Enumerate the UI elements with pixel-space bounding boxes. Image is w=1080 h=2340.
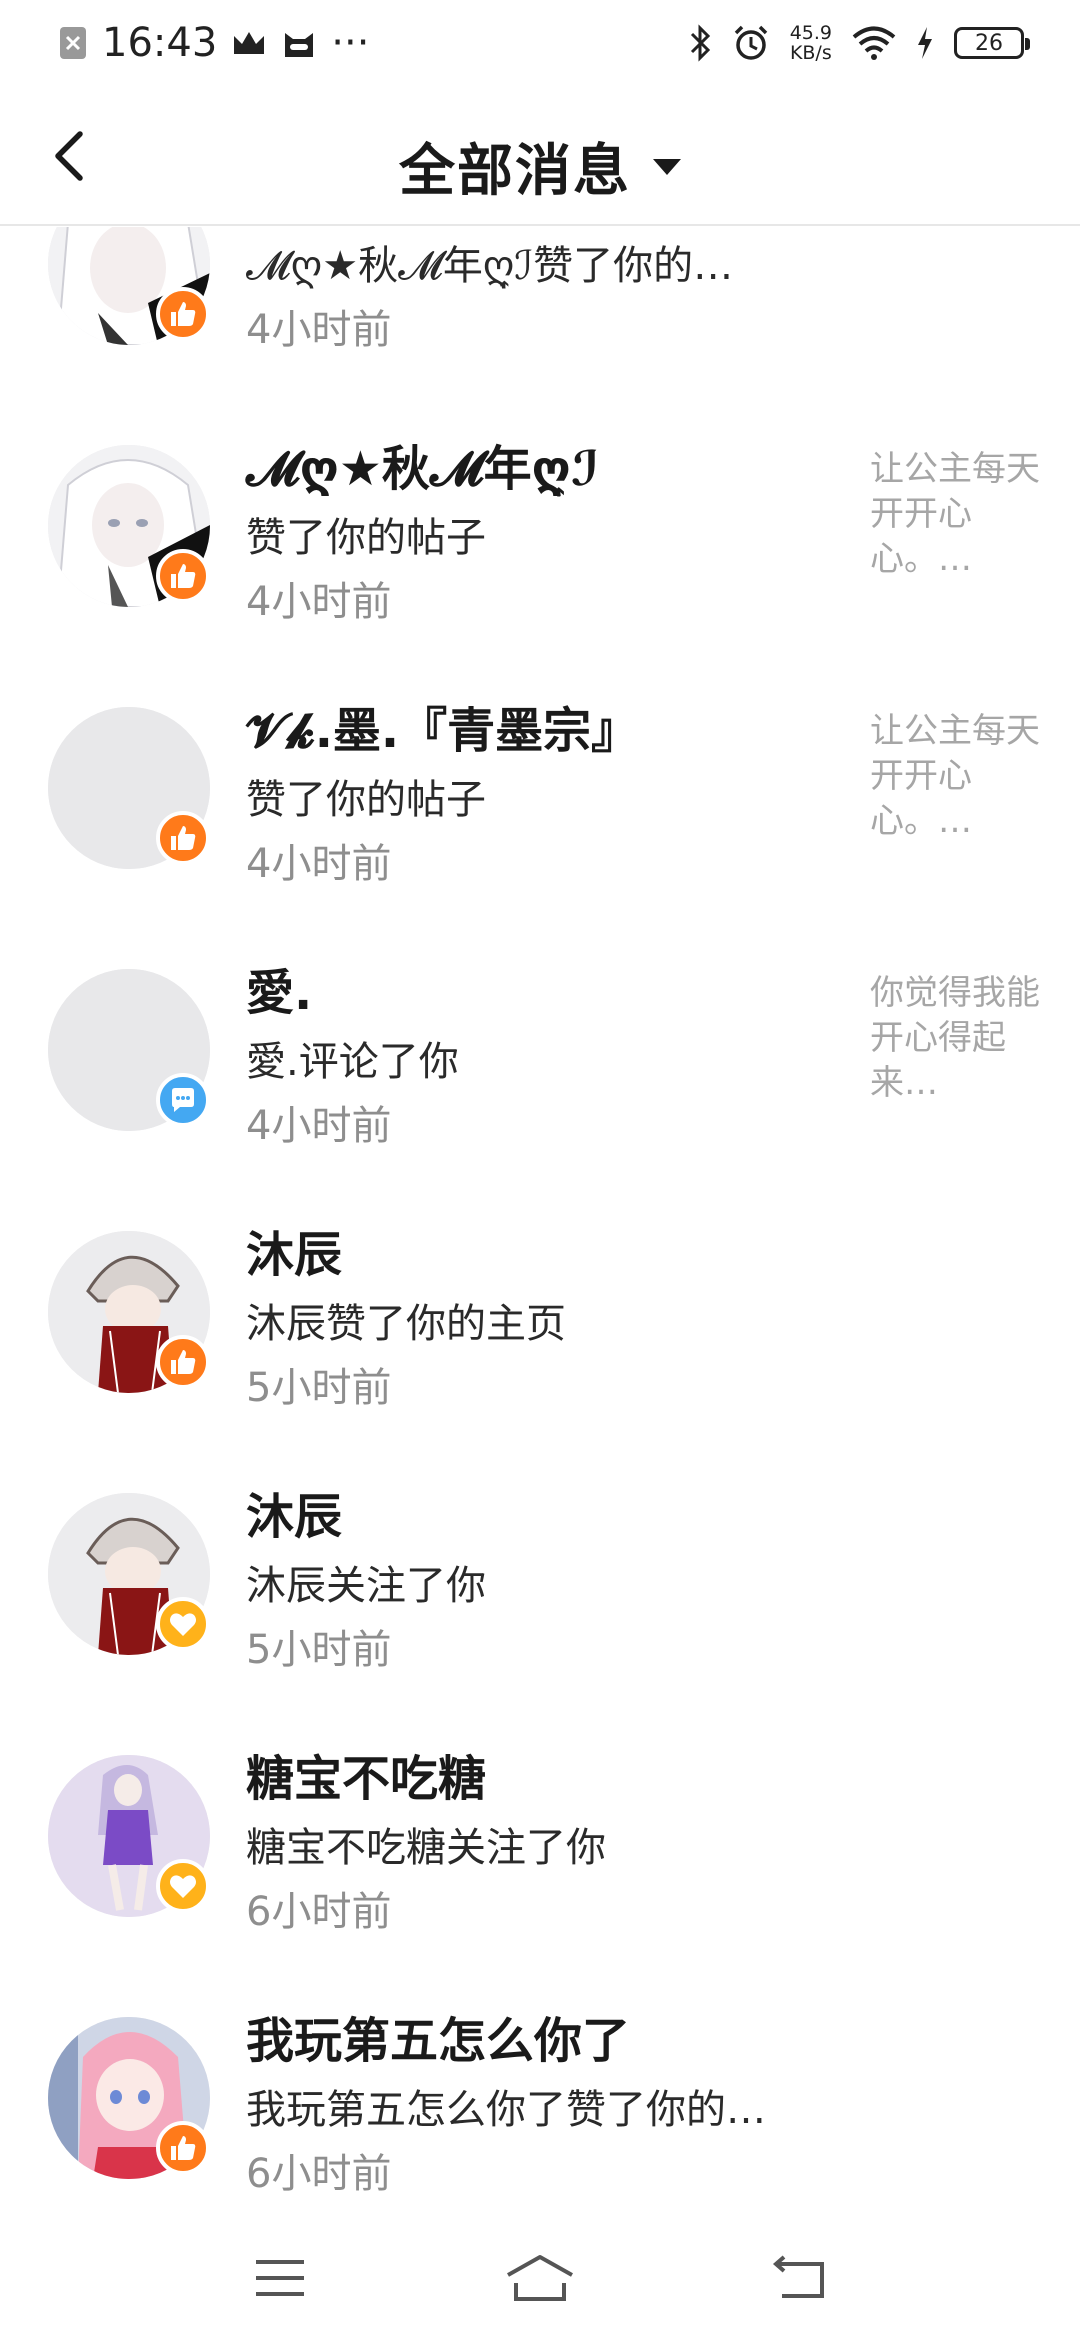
thumbs-up-icon — [171, 1350, 196, 1374]
thumbs-up-icon — [171, 826, 196, 850]
comment-preview[interactable]: 你觉得我能开心得起来… — [870, 971, 1040, 1106]
message-sender: 𝓜ღ★秋𝓜年ღ͎ℐ — [246, 441, 600, 497]
like-badge — [156, 1335, 210, 1389]
heart-icon — [170, 1875, 196, 1898]
list-item[interactable]: 𝓥𝓴.墨.『青墨宗』 赞了你的帖子 4小时前 让公主每天开开心心。… — [0, 679, 1080, 941]
like-badge — [156, 811, 210, 865]
message-sender: 我玩第五怎么你了 — [246, 2013, 631, 2069]
page-title: 全部消息 — [399, 139, 631, 204]
back-icon — [772, 2255, 824, 2298]
message-time: 6小时前 — [246, 1889, 392, 1935]
thumbs-up-icon — [171, 302, 196, 326]
net-speed-unit: KB/s — [789, 42, 832, 64]
list-item[interactable]: 糖宝不吃糖 糖宝不吃糖关注了你 6小时前 — [0, 1727, 1080, 1989]
message-time: 4小时前 — [246, 307, 392, 353]
message-list[interactable]: 𝓜ღ★秋𝓜年ღ͎ℐ赞了你的… 4小时前 𝓜ღ★秋𝓜年ღ͎ℐ 赞了你的帖子 4小时… — [0, 227, 1080, 2217]
status-time: 16:43 — [102, 20, 218, 66]
charging-icon — [918, 27, 932, 59]
home-icon — [507, 2255, 573, 2301]
message-sender: 愛. — [246, 965, 313, 1021]
thumbs-up-icon — [171, 2136, 196, 2160]
list-item[interactable]: 𝓜ღ★秋𝓜年ღ͎ℐ赞了你的… 4小时前 — [0, 227, 1080, 417]
follow-badge — [156, 1597, 210, 1651]
list-item[interactable]: 我玩第五怎么你了 我玩第五怎么你了赞了你的… 6小时前 — [0, 1989, 1080, 2217]
comment-badge — [156, 1073, 210, 1127]
wifi-icon — [852, 26, 896, 60]
message-action: 沐辰关注了你 — [246, 1563, 486, 1609]
bluetooth-icon — [690, 24, 710, 62]
header: 全部消息 — [0, 86, 1080, 226]
heart-icon — [170, 1613, 196, 1636]
alarm-icon — [734, 25, 767, 60]
status-bar: 16:43 ··· 45.9 KB/s 26 — [0, 0, 1080, 86]
message-time: 5小时前 — [246, 1365, 392, 1411]
message-time: 4小时前 — [246, 1103, 392, 1149]
chat-bubble-icon — [172, 1088, 194, 1112]
menu-button[interactable] — [240, 2248, 320, 2308]
message-action: 我玩第五怎么你了赞了你的… — [246, 2087, 766, 2133]
like-badge — [156, 2121, 210, 2175]
list-item[interactable]: 愛. 愛.评论了你 4小时前 你觉得我能开心得起来… — [0, 941, 1080, 1203]
message-action: 赞了你的帖子 — [246, 777, 486, 823]
message-time: 5小时前 — [246, 1627, 392, 1673]
title-dropdown[interactable]: 全部消息 — [0, 126, 1080, 207]
message-action: 沐辰赞了你的主页 — [246, 1301, 566, 1347]
net-speed: 45.9 KB/s — [790, 23, 832, 63]
list-item[interactable]: 𝓜ღ★秋𝓜年ღ͎ℐ 赞了你的帖子 4小时前 让公主每天开开心心。… — [0, 417, 1080, 679]
home-button[interactable] — [500, 2248, 580, 2308]
message-sender: 沐辰 — [246, 1227, 343, 1283]
list-item[interactable]: 沐辰 沐辰赞了你的主页 5小时前 — [0, 1203, 1080, 1465]
back-nav-button[interactable] — [760, 2248, 840, 2308]
battery-icon: 26 — [954, 27, 1030, 59]
caret-down-icon — [653, 158, 681, 175]
like-badge — [156, 287, 210, 341]
message-action: 𝓜ღ★秋𝓜年ღ͎ℐ赞了你的… — [246, 243, 734, 289]
message-time: 4小时前 — [246, 579, 392, 625]
list-item[interactable]: 沐辰 沐辰关注了你 5小时前 — [0, 1465, 1080, 1727]
battery-level: 26 — [975, 30, 1003, 56]
message-sender: 糖宝不吃糖 — [246, 1751, 487, 1807]
post-preview[interactable]: 让公主每天开开心心。… — [870, 447, 1040, 582]
cat-face-icon — [285, 33, 314, 57]
message-sender: 沐辰 — [246, 1489, 343, 1545]
message-action: 赞了你的帖子 — [246, 515, 486, 561]
net-speed-value: 45.9 — [789, 22, 832, 44]
system-nav-bar — [0, 2216, 1080, 2340]
post-preview[interactable]: 让公主每天开开心心。… — [870, 709, 1040, 844]
message-action: 糖宝不吃糖关注了你 — [246, 1825, 606, 1871]
thumbs-up-icon — [171, 564, 196, 588]
close-notification-icon — [60, 27, 86, 59]
status-more: ··· — [331, 20, 370, 66]
message-time: 6小时前 — [246, 2151, 392, 2197]
crown-icon — [234, 32, 265, 54]
message-sender: 𝓥𝓴.墨.『青墨宗』 — [246, 703, 640, 759]
message-time: 4小时前 — [246, 841, 392, 887]
follow-badge — [156, 1859, 210, 1913]
menu-icon — [256, 2260, 304, 2296]
like-badge — [156, 549, 210, 603]
message-action: 愛.评论了你 — [246, 1039, 459, 1085]
